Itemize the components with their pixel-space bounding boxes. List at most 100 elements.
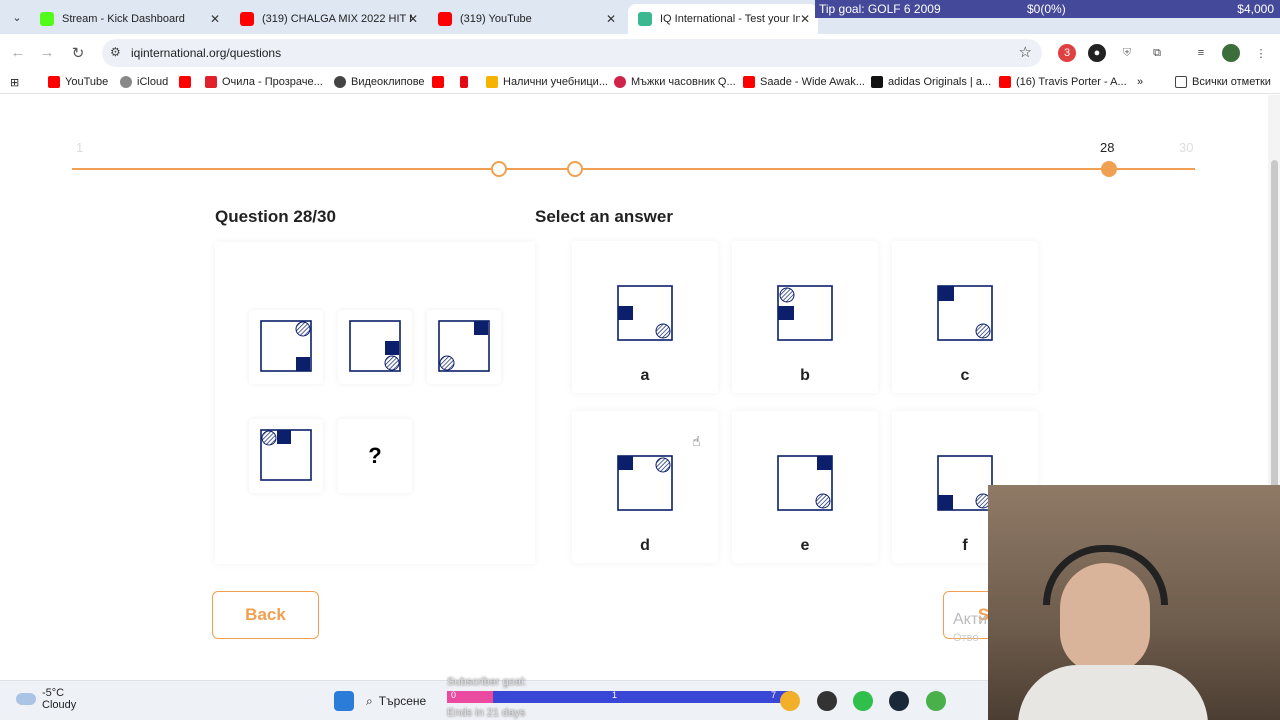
bookmark-videoclips[interactable]: Видеоклипове: [334, 76, 425, 88]
globe-icon: [334, 76, 346, 88]
windows-start-icon[interactable]: [334, 691, 354, 711]
subscriber-goal-label: Subscriber goal:: [447, 676, 527, 688]
back-button[interactable]: Back: [212, 591, 319, 639]
activate-windows-subtitle: Отво: [953, 632, 979, 644]
bookmark-label: Saade - Wide Awak...: [760, 76, 865, 88]
reload-icon[interactable]: ↻: [68, 44, 88, 62]
close-icon[interactable]: ✕: [606, 12, 616, 26]
bookmark-label: (16) Travis Porter - A...: [1016, 76, 1127, 88]
question-title: Question 28/30: [215, 207, 336, 226]
bookmark-label: Мъжки часовник Q...: [631, 76, 736, 88]
tab-search-chevron-icon[interactable]: ⌄: [6, 6, 28, 28]
extension-icon[interactable]: ●: [1088, 44, 1106, 62]
bookmark-youtube-2[interactable]: [179, 76, 196, 88]
bookmark-textbooks[interactable]: Налични учебници...: [486, 76, 608, 88]
address-bar[interactable]: ⚙ iqinternational.org/questions ☆: [102, 39, 1042, 67]
utorrent-icon[interactable]: [926, 691, 946, 711]
answer-label: d: [640, 537, 650, 554]
bookmark-label: YouTube: [65, 76, 109, 88]
bookmark-label: iCloud: [137, 76, 169, 88]
bookmark-label: Видеоклипове: [351, 76, 425, 88]
matrix-cell: [249, 419, 323, 493]
progress-start-label: 1: [76, 140, 84, 155]
spotify-icon[interactable]: [853, 691, 873, 711]
answer-figure: [617, 455, 673, 511]
bookmark-star-icon[interactable]: ☆: [1019, 43, 1032, 61]
question-panel: ?: [215, 242, 535, 564]
bookmark-netflix[interactable]: [460, 76, 473, 88]
sub-current: 0: [451, 690, 457, 700]
pattern-figure: [438, 320, 490, 372]
kick-icon: [40, 12, 54, 26]
obs-icon[interactable]: [817, 691, 837, 711]
temperature: -5°C: [42, 687, 65, 699]
progress-marker: [491, 161, 507, 177]
youtube-icon: [438, 12, 452, 26]
steam-icon[interactable]: [889, 691, 909, 711]
youtube-icon: [179, 76, 191, 88]
extension-icon[interactable]: 3: [1058, 44, 1076, 62]
bookmark-ochila[interactable]: Очила - Прозраче...: [205, 76, 323, 88]
media-control-icon[interactable]: ≡: [1192, 44, 1210, 62]
tab-youtube[interactable]: (319) YouTube ✕: [428, 4, 624, 34]
matrix-cell: [338, 310, 412, 384]
answers-title: Select an answer: [535, 207, 673, 226]
bookmark-youtube-3[interactable]: [432, 76, 449, 88]
tab-title: Stream - Kick Dashboard: [62, 13, 185, 25]
answer-label: c: [960, 367, 970, 384]
sub-mid: 1: [612, 690, 618, 700]
progress-current-marker: [1101, 161, 1117, 177]
tab-title: (319) CHALGA MIX 2022 HIT M: [262, 13, 412, 25]
close-icon[interactable]: ✕: [210, 12, 220, 26]
answer-option-c[interactable]: c: [892, 241, 1038, 393]
url-text[interactable]: iqinternational.org/questions: [131, 46, 281, 60]
subscriber-goal-ends: Ends in 21 days: [447, 707, 526, 719]
tab-chalga-mix[interactable]: (319) CHALGA MIX 2022 HIT M ✕: [230, 4, 426, 34]
bookmark-adidas[interactable]: adidas Originals | a...: [871, 76, 991, 88]
avatar[interactable]: [1222, 44, 1240, 62]
all-bookmarks-label: Всички отметки: [1192, 76, 1271, 88]
tab-iq-international[interactable]: IQ International - Test your Inte ✕: [628, 4, 818, 34]
bookmark-watch[interactable]: Мъжки часовник Q...: [614, 76, 736, 88]
puzzle-icon[interactable]: ⧉: [1148, 44, 1166, 62]
bookmark-icloud[interactable]: iCloud: [120, 76, 168, 88]
bookmark-saade[interactable]: Saade - Wide Awak...: [743, 76, 865, 88]
pattern-figure: [260, 429, 312, 481]
extension-badge: 3: [1063, 47, 1071, 59]
site-info-icon[interactable]: ⚙: [110, 45, 121, 59]
question-mark: ?: [368, 443, 382, 468]
matrix-cell: [427, 310, 501, 384]
menu-dots-icon[interactable]: ⋮: [1252, 44, 1270, 62]
matrix-cell: [249, 310, 323, 384]
answer-label: b: [800, 367, 810, 384]
cloud-icon: [16, 693, 36, 705]
bookmark-travis-porter[interactable]: (16) Travis Porter - A...: [999, 76, 1127, 88]
close-icon[interactable]: ✕: [800, 12, 810, 26]
taskbar-search[interactable]: ⌕ Търсене: [366, 689, 448, 713]
answer-label: e: [800, 537, 810, 554]
bookmark-label: adidas Originals | a...: [888, 76, 992, 88]
answer-option-a[interactable]: a: [572, 241, 718, 393]
answer-figure: [937, 455, 993, 511]
tab-kick-dashboard[interactable]: Stream - Kick Dashboard ✕: [30, 4, 228, 34]
more-bookmarks-chevron-icon[interactable]: »: [1137, 76, 1143, 88]
apps-grid-icon[interactable]: ⊞: [10, 76, 19, 89]
close-icon[interactable]: ✕: [408, 12, 418, 26]
search-icon: ⌕: [366, 693, 373, 708]
progress-end-label: 30: [1179, 140, 1194, 155]
subscriber-goal-bar: 0 1 7: [447, 690, 792, 703]
back-arrow-icon[interactable]: ←: [8, 44, 28, 61]
weather-widget[interactable]: -5°C Cloudy: [16, 687, 76, 711]
answer-option-b[interactable]: b: [732, 241, 878, 393]
chrome-icon[interactable]: [780, 691, 800, 711]
tab-title: IQ International - Test your Inte: [660, 13, 800, 25]
browser-toolbar: ← → ↻ ⚙ iqinternational.org/questions ☆ …: [0, 34, 1280, 72]
forward-arrow-icon[interactable]: →: [37, 44, 57, 61]
bookmark-youtube[interactable]: YouTube: [48, 76, 108, 88]
all-bookmarks[interactable]: Всички отметки: [1175, 76, 1271, 88]
answer-option-e[interactable]: e: [732, 411, 878, 563]
shield-icon[interactable]: ⛨: [1118, 44, 1136, 62]
iq-icon: [638, 12, 652, 26]
folder-icon: [1175, 76, 1187, 88]
tip-goal-target: $4,000: [1237, 2, 1274, 16]
